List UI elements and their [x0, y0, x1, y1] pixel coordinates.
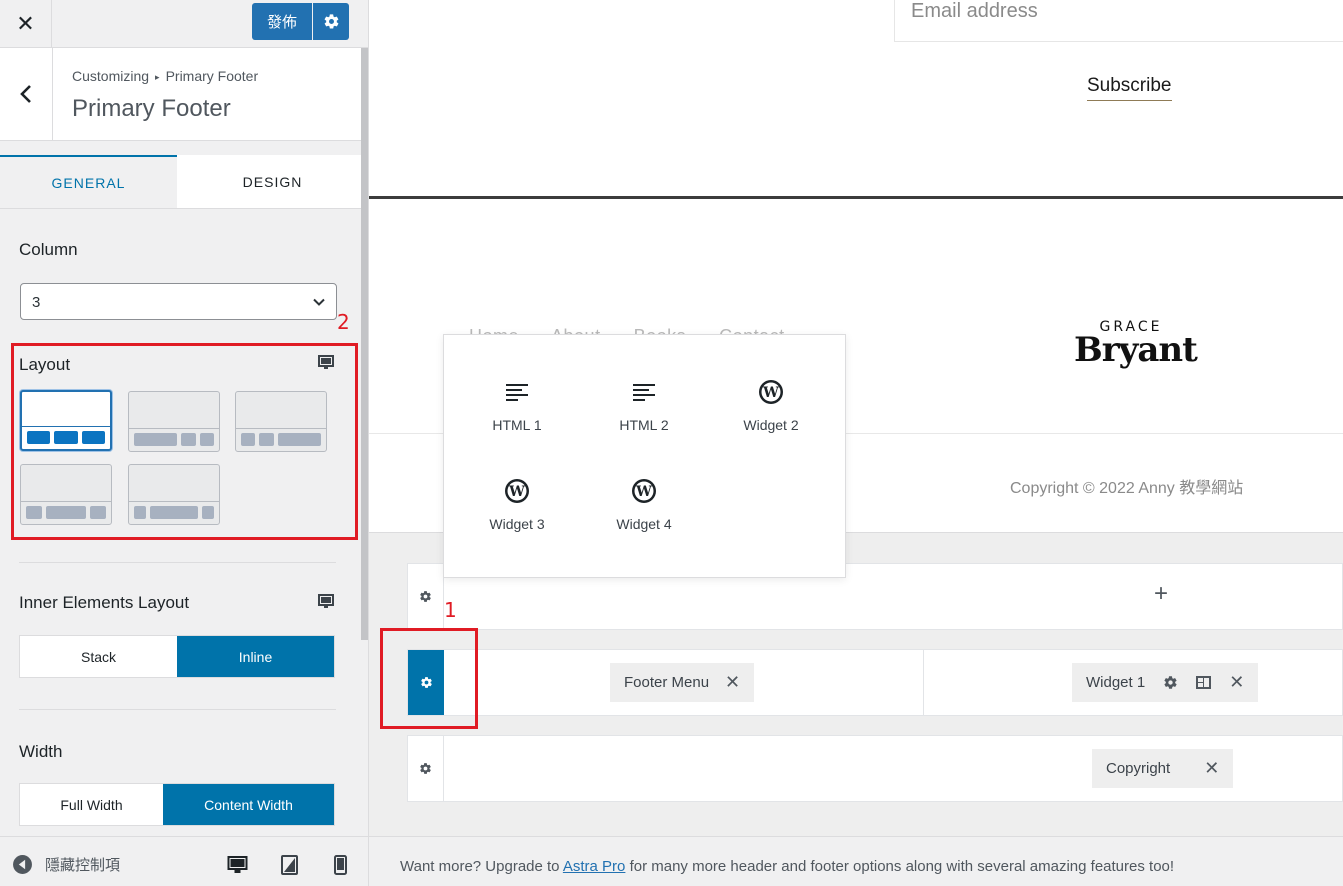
remove-icon[interactable]: ✕ [725, 672, 740, 693]
inner-layout-inline-button[interactable]: Inline [177, 636, 334, 677]
layout-option-wide-center[interactable] [20, 464, 112, 525]
remove-icon[interactable]: ✕ [1229, 672, 1244, 693]
customizer-footer: 隱藏控制項 [0, 836, 368, 886]
inner-layout-toggle: Stack Inline [19, 635, 335, 678]
wordpress-icon: W [759, 380, 783, 404]
panel-scrollbar[interactable] [361, 48, 368, 640]
section-divider [19, 562, 336, 563]
desktop-preview-icon[interactable] [227, 855, 248, 875]
width-toggle: Full Width Content Width [19, 783, 335, 826]
section-title: Primary Footer [72, 95, 231, 122]
popover-item-widget-4[interactable]: W Widget 4 [584, 476, 704, 532]
layout-option-wide-right[interactable] [235, 391, 327, 452]
upgrade-suffix: for many more header and footer options … [625, 858, 1175, 875]
column-select[interactable]: 3 [20, 283, 337, 320]
layout-option-wide-center-alt[interactable] [128, 464, 220, 525]
section-header: Customizing ▸ Primary Footer Primary Foote… [0, 48, 361, 141]
breadcrumb-current: Primary Footer [165, 68, 259, 84]
tablet-preview-icon[interactable] [281, 855, 298, 875]
section-divider [19, 709, 336, 710]
subscribe-button[interactable]: Subscribe [1087, 75, 1172, 101]
gear-icon[interactable] [1163, 675, 1178, 690]
brand-logo-name: Bryant [1074, 330, 1198, 370]
tab-general[interactable]: GENERAL [0, 155, 177, 208]
annotation-number-2: 2 [337, 310, 350, 334]
svg-text:W: W [635, 484, 652, 500]
popover-item-label: Widget 4 [616, 516, 672, 532]
customizer-panel: ✕ 發佈 Customizing ▸ Primary Footer Primary … [0, 0, 369, 886]
gear-icon [324, 14, 338, 29]
copyright-text: Copyright © 2022 Anny 教學網站 [1010, 480, 1244, 497]
brand-logo: GRACE Bryant [1074, 319, 1198, 370]
hide-controls-button[interactable]: 隱藏控制項 [12, 854, 120, 875]
wordpress-icon: W [632, 479, 656, 503]
site-preview: Email address Subscribe Home About Books… [369, 0, 1343, 886]
layout-option-wide-left[interactable] [128, 391, 220, 452]
inner-elements-layout-label: Inner Elements Layout [19, 593, 190, 612]
column-select-value: 3 [32, 294, 41, 311]
wordpress-icon: W [505, 479, 529, 503]
svg-text:W: W [762, 385, 779, 401]
breadcrumb-separator-icon: ▸ [155, 72, 160, 82]
column-label: Column [19, 240, 78, 259]
add-element-popover: HTML 1 HTML 2 W Widget 2 W Widget 3 W Wi… [443, 334, 846, 578]
popover-item-label: HTML 2 [619, 417, 669, 433]
popover-item-label: Widget 3 [489, 516, 545, 532]
popover-item-widget-3[interactable]: W Widget 3 [457, 476, 577, 532]
popover-item-label: Widget 2 [743, 417, 799, 433]
content-width-button[interactable]: Content Width [163, 784, 334, 825]
row-settings-button[interactable] [408, 736, 444, 801]
svg-text:W: W [508, 484, 525, 500]
footer-menu-label: Footer Menu [624, 674, 710, 691]
astra-pro-link[interactable]: Astra Pro [563, 858, 626, 875]
inner-layout-stack-button[interactable]: Stack [20, 636, 177, 677]
width-label: Width [19, 742, 63, 761]
remove-icon[interactable]: ✕ [1204, 758, 1219, 779]
layout-option-equal-thirds[interactable] [20, 390, 112, 451]
row-settings-button[interactable] [408, 564, 444, 629]
popover-item-label: HTML 1 [492, 417, 542, 433]
full-width-button[interactable]: Full Width [20, 784, 163, 825]
popover-item-html-2[interactable]: HTML 2 [584, 377, 704, 433]
close-customizer-button[interactable]: ✕ [0, 0, 52, 47]
builder-row-below: Copyright ✕ [407, 735, 1343, 802]
gear-icon [420, 763, 431, 774]
publish-button[interactable]: 發佈 [252, 3, 312, 40]
widgets-icon[interactable] [1196, 676, 1212, 689]
hide-controls-label: 隱藏控制項 [45, 857, 121, 874]
publish-settings-button[interactable] [313, 3, 349, 40]
breadcrumb-root: Customizing [72, 68, 150, 84]
widget-1-chip[interactable]: Widget 1 ✕ [1072, 663, 1259, 702]
customizer-topbar: ✕ 發佈 [0, 0, 368, 48]
popover-item-html-1[interactable]: HTML 1 [457, 377, 577, 433]
copyright-chip[interactable]: Copyright ✕ [1092, 749, 1234, 788]
html-icon [506, 384, 528, 401]
widget-1-label: Widget 1 [1086, 674, 1146, 691]
popover-item-widget-2[interactable]: W Widget 2 [711, 377, 831, 433]
annotation-number-1: 1 [444, 598, 457, 622]
chevron-down-icon [313, 298, 325, 306]
html-icon [633, 384, 655, 401]
footer-top-border [369, 196, 1343, 199]
desktop-icon[interactable] [318, 594, 334, 609]
tab-design[interactable]: DESIGN [184, 155, 361, 208]
footer-menu-chip[interactable]: Footer Menu ✕ [610, 663, 755, 702]
gear-icon [420, 591, 431, 602]
copyright-chip-label: Copyright [1106, 760, 1171, 777]
builder-row-primary: Footer Menu ✕ Widget 1 ✕ [407, 649, 1343, 716]
upgrade-prefix: Want more? Upgrade to [400, 858, 563, 875]
mobile-preview-icon[interactable] [334, 855, 347, 875]
column-divider [923, 650, 924, 715]
desktop-icon[interactable] [318, 355, 334, 370]
email-input[interactable]: Email address [894, 0, 1343, 42]
collapse-arrow-icon [13, 855, 32, 874]
add-element-button[interactable]: + [1154, 580, 1168, 608]
breadcrumb: Customizing ▸ Primary Footer [72, 68, 258, 84]
back-button[interactable] [0, 48, 53, 140]
chevron-left-icon [20, 85, 31, 103]
upgrade-notice: Want more? Upgrade to Astra Pro for many… [369, 836, 1343, 886]
layout-label: Layout [19, 355, 71, 374]
settings-tabs: GENERAL DESIGN [0, 155, 361, 209]
annotation-highlight-row-settings [380, 628, 478, 729]
